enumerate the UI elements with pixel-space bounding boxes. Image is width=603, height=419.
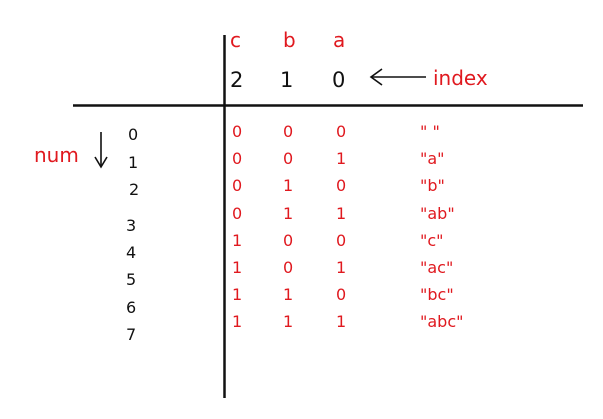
bit-cell: 0 <box>283 231 294 250</box>
column-index-1: 1 <box>280 68 294 92</box>
subset-string: "bc" <box>420 285 454 304</box>
subset-string: "a" <box>420 149 445 168</box>
bit-cell: 1 <box>283 312 294 331</box>
row-num: 2 <box>129 180 140 199</box>
bit-cell: 1 <box>283 285 294 304</box>
bit-cell: 0 <box>283 122 294 141</box>
bit-cell: 0 <box>336 176 347 195</box>
subset-string: "ab" <box>420 204 455 223</box>
subset-bitmask-diagram: c b a 2 1 0 index num 0 0 0 0 " " 1 0 0 1 "a" 2 0 1 0… <box>0 0 603 419</box>
num-label: num <box>34 143 79 167</box>
bit-cell: 0 <box>336 231 347 250</box>
bit-cell: 0 <box>232 122 243 141</box>
bit-cell: 1 <box>232 285 243 304</box>
subset-string: "abc" <box>420 312 464 331</box>
row-num: 6 <box>126 298 137 317</box>
row-num: 3 <box>126 216 137 235</box>
bit-cell: 1 <box>336 204 347 223</box>
column-index-2: 2 <box>230 68 244 92</box>
bit-cell: 0 <box>232 204 243 223</box>
subset-string: " " <box>420 122 440 141</box>
diagram-lines <box>73 35 583 398</box>
row-num: 4 <box>126 243 137 262</box>
row-num: 0 <box>128 125 139 144</box>
bit-cell: 1 <box>232 258 243 277</box>
bit-cell: 1 <box>232 231 243 250</box>
bit-cell: 1 <box>336 312 347 331</box>
bit-cell: 1 <box>336 149 347 168</box>
bit-cell: 0 <box>283 258 294 277</box>
column-letter-a: a <box>333 28 346 52</box>
subset-string: "b" <box>420 176 445 195</box>
bit-cell: 0 <box>283 149 294 168</box>
column-index-0: 0 <box>332 68 346 92</box>
column-letter-c: c <box>230 28 241 52</box>
down-arrow-icon <box>94 132 108 169</box>
column-letter-b: b <box>283 28 296 52</box>
subset-string: "c" <box>420 231 444 250</box>
bit-cell: 0 <box>232 176 243 195</box>
bit-cell: 0 <box>232 149 243 168</box>
row-num: 7 <box>126 325 137 344</box>
bit-cell: 1 <box>232 312 243 331</box>
bit-cell: 1 <box>283 204 294 223</box>
index-arrow <box>369 68 426 86</box>
bit-cell: 1 <box>283 176 294 195</box>
row-num: 5 <box>126 270 137 289</box>
bit-cell: 0 <box>336 122 347 141</box>
row-num: 1 <box>128 153 139 172</box>
index-label: index <box>433 66 488 90</box>
bit-cell: 1 <box>336 258 347 277</box>
subset-string: "ac" <box>420 258 454 277</box>
bit-cell: 0 <box>336 285 347 304</box>
